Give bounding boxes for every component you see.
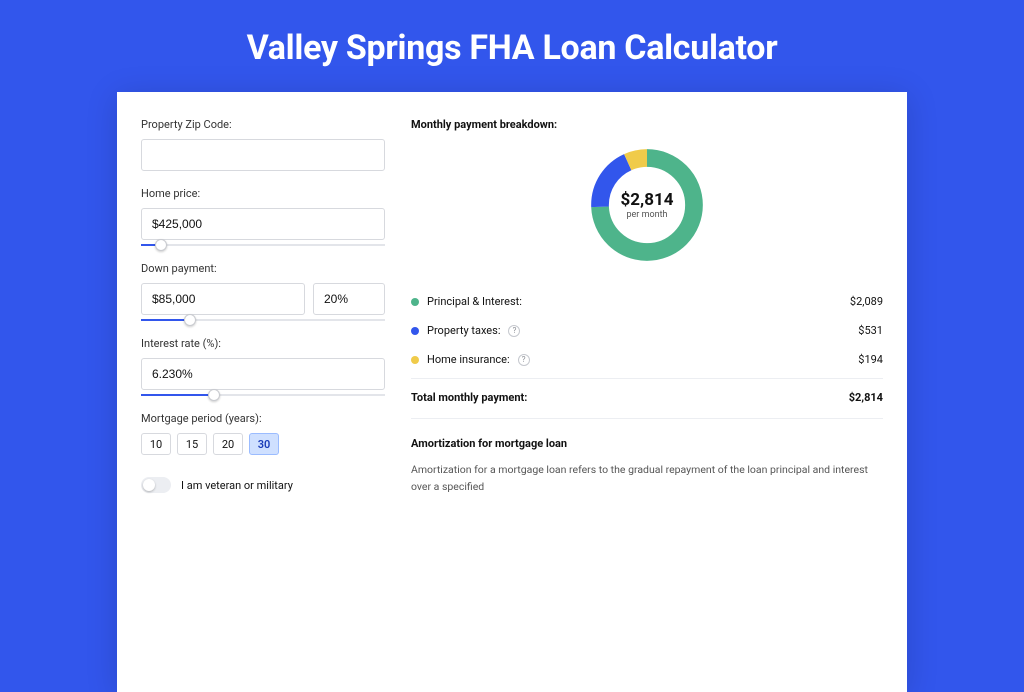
down-payment-slider-fill [141, 319, 190, 321]
veteran-label: I am veteran or military [181, 479, 293, 492]
down-payment-label: Down payment: [141, 262, 385, 275]
calculator-card: Property Zip Code: Home price: Down paym… [117, 92, 907, 692]
legend-dot-icon [411, 298, 419, 306]
donut-sub: per month [626, 210, 667, 220]
veteran-row: I am veteran or military [141, 477, 385, 493]
help-icon[interactable]: ? [508, 325, 520, 337]
legend-label: Home insurance: [427, 353, 510, 366]
veteran-toggle[interactable] [141, 477, 171, 493]
donut-center: $2,814 per month [585, 143, 709, 267]
period-option-15[interactable]: 15 [177, 433, 207, 455]
breakdown-legend: Principal & Interest: $2,089 Property taxe… [411, 287, 883, 374]
period-option-30[interactable]: 30 [249, 433, 279, 455]
legend-left: Home insurance:? [411, 353, 530, 366]
legend-left: Principal & Interest: [411, 295, 522, 308]
breakdown-title: Monthly payment breakdown: [411, 118, 883, 131]
form-column: Property Zip Code: Home price: Down paym… [141, 118, 385, 692]
donut-amount: $2,814 [621, 190, 674, 210]
home-price-input[interactable] [141, 208, 385, 240]
payment-donut-chart: $2,814 per month [585, 143, 709, 267]
legend-left: Property taxes:? [411, 324, 520, 337]
total-value: $2,814 [849, 391, 883, 404]
home-price-label: Home price: [141, 187, 385, 200]
interest-label: Interest rate (%): [141, 337, 385, 350]
donut-wrap: $2,814 per month [411, 143, 883, 267]
home-price-slider-thumb[interactable] [155, 239, 167, 251]
down-payment-input[interactable] [141, 283, 305, 315]
zip-field: Property Zip Code: [141, 118, 385, 171]
zip-input[interactable] [141, 139, 385, 171]
total-row: Total monthly payment: $2,814 [411, 378, 883, 418]
down-payment-slider-thumb[interactable] [184, 314, 196, 326]
legend-row: Property taxes:? $531 [411, 316, 883, 345]
help-icon[interactable]: ? [518, 354, 530, 366]
legend-label: Property taxes: [427, 324, 500, 337]
legend-dot-icon [411, 356, 419, 364]
amortization-title: Amortization for mortgage loan [411, 437, 883, 450]
period-label: Mortgage period (years): [141, 412, 385, 425]
interest-slider[interactable] [141, 394, 385, 396]
down-payment-pct-input[interactable] [313, 283, 385, 315]
legend-row: Home insurance:? $194 [411, 345, 883, 374]
period-option-20[interactable]: 20 [213, 433, 243, 455]
total-label: Total monthly payment: [411, 391, 527, 404]
zip-label: Property Zip Code: [141, 118, 385, 131]
legend-dot-icon [411, 327, 419, 335]
page-title: Valley Springs FHA Loan Calculator [0, 0, 1024, 92]
legend-value: $531 [858, 324, 883, 337]
period-options: 10 15 20 30 [141, 433, 385, 455]
period-option-10[interactable]: 10 [141, 433, 171, 455]
legend-value: $194 [858, 353, 883, 366]
down-payment-field: Down payment: [141, 262, 385, 321]
period-field: Mortgage period (years): 10 15 20 30 [141, 412, 385, 455]
breakdown-column: Monthly payment breakdown: $2,814 per mo… [411, 118, 883, 692]
legend-label: Principal & Interest: [427, 295, 522, 308]
legend-value: $2,089 [850, 295, 883, 308]
interest-field: Interest rate (%): [141, 337, 385, 396]
interest-input[interactable] [141, 358, 385, 390]
home-price-field: Home price: [141, 187, 385, 246]
interest-slider-fill [141, 394, 214, 396]
home-price-slider[interactable] [141, 244, 385, 246]
down-payment-slider[interactable] [141, 319, 385, 321]
amortization-block: Amortization for mortgage loan Amortizat… [411, 418, 883, 496]
amortization-text: Amortization for a mortgage loan refers … [411, 462, 883, 496]
interest-slider-thumb[interactable] [208, 389, 220, 401]
legend-row: Principal & Interest: $2,089 [411, 287, 883, 316]
